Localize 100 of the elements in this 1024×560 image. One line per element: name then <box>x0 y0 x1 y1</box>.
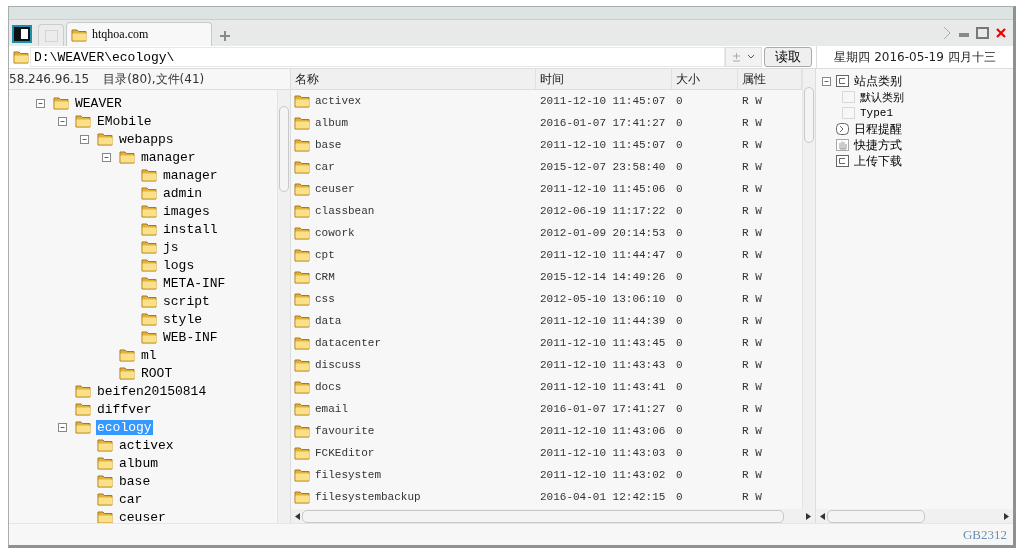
tree-item[interactable]: manager <box>140 149 197 165</box>
tree-item[interactable]: WEAVER <box>74 95 123 111</box>
tree-item[interactable]: beifen20150814 <box>96 383 208 399</box>
scroll-right-icon[interactable] <box>1004 512 1009 520</box>
table-cell-text: 2011-12-10 11:43:03 <box>539 447 667 459</box>
file-name[interactable]: base <box>315 139 342 151</box>
tree-item[interactable]: js <box>162 239 180 255</box>
scroll-left-icon[interactable] <box>295 512 300 520</box>
tree-item[interactable]: 上传下载 <box>854 152 902 170</box>
new-tab-icon[interactable] <box>218 29 232 43</box>
collapse-toggle[interactable] <box>80 134 89 144</box>
tree-item[interactable]: META-INF <box>162 275 227 291</box>
table-cell-text: R W <box>741 271 763 283</box>
scrollbar[interactable] <box>291 509 815 523</box>
folder-icon <box>294 380 311 394</box>
tree-item[interactable]: base <box>118 473 152 489</box>
tree-item[interactable]: album <box>118 455 159 471</box>
folder-icon <box>141 186 158 200</box>
tree-item[interactable]: diffver <box>96 401 153 417</box>
file-name[interactable]: album <box>315 117 348 129</box>
file-name[interactable]: cowork <box>315 227 355 239</box>
file-name[interactable]: data <box>315 315 342 327</box>
tree-item[interactable]: 日程提醒 <box>854 120 902 138</box>
table-cell-text: 2012-01-09 20:14:53 <box>539 227 667 239</box>
tree-item[interactable]: 默认类别 <box>860 89 904 105</box>
file-name[interactable]: filesystem <box>315 469 381 481</box>
sidebar-toggle[interactable] <box>12 25 32 43</box>
table-cell-text: 0 <box>675 139 684 151</box>
plus-minus-icon <box>732 52 741 62</box>
tree-item[interactable]: car <box>118 491 144 507</box>
collapse-toggle[interactable] <box>36 98 45 108</box>
tree-item[interactable]: install <box>162 221 219 237</box>
file-name[interactable]: datacenter <box>315 337 381 349</box>
scrollbar[interactable] <box>816 509 1013 523</box>
table-cell-text: 2011-12-10 11:43:41 <box>539 381 667 393</box>
folder-icon <box>141 204 158 218</box>
collapse-toggle[interactable] <box>822 76 831 86</box>
table-cell-text: 2016-01-07 17:41:27 <box>539 403 667 415</box>
folder-icon <box>119 150 136 164</box>
table-cell-text: 2011-12-10 11:43:02 <box>539 469 667 481</box>
scroll-right-icon[interactable] <box>806 512 811 520</box>
table-cell-text: 0 <box>675 271 684 283</box>
scrollbar[interactable] <box>277 90 290 523</box>
scroll-left-icon[interactable] <box>820 512 825 520</box>
tree-item[interactable]: logs <box>162 257 196 273</box>
file-name[interactable]: filesystembackup <box>315 491 421 503</box>
maximize-icon[interactable] <box>976 27 989 39</box>
folder-icon <box>13 50 30 64</box>
tree-item[interactable]: WEB-INF <box>162 329 219 345</box>
file-name[interactable]: css <box>315 293 335 305</box>
tree-item[interactable]: ROOT <box>140 365 174 381</box>
tree-item[interactable]: style <box>162 311 203 327</box>
folder-icon <box>97 456 114 470</box>
file-name[interactable]: ceuser <box>315 183 355 195</box>
file-name[interactable]: car <box>315 161 335 173</box>
folder-icon <box>75 114 92 128</box>
file-name[interactable]: CRM <box>315 271 335 283</box>
tree-item[interactable]: admin <box>162 185 203 201</box>
close-icon[interactable] <box>995 27 1007 39</box>
column-header[interactable]: 名称 <box>291 69 536 89</box>
table-cell-text: 2011-12-10 11:43:43 <box>539 359 667 371</box>
table-cell-text: 2016-04-01 12:42:15 <box>539 491 667 503</box>
tree-item[interactable]: images <box>162 203 211 219</box>
file-name[interactable]: activex <box>315 95 362 107</box>
tree-item[interactable]: webapps <box>118 131 175 147</box>
table-cell-text: 2015-12-07 23:58:40 <box>539 161 667 173</box>
folder-icon <box>294 358 311 372</box>
scrollbar[interactable] <box>802 69 815 509</box>
column-header[interactable]: 时间 <box>536 69 672 89</box>
tree-item[interactable]: ml <box>140 347 158 363</box>
collapse-toggle[interactable] <box>58 422 67 432</box>
frame-icon <box>836 155 849 167</box>
tree-item[interactable]: 站点类别 <box>854 72 902 90</box>
file-name[interactable]: favourite <box>315 425 375 437</box>
tree-item[interactable]: activex <box>118 437 175 453</box>
tree-item[interactable]: EMobile <box>96 113 153 129</box>
column-header[interactable]: 大小 <box>672 69 738 89</box>
table-cell-text: 2015-12-14 14:49:26 <box>539 271 667 283</box>
table-cell-text: 0 <box>675 205 684 217</box>
tree-item[interactable]: Type1 <box>860 107 893 119</box>
read-button[interactable]: 读取 <box>764 47 812 67</box>
file-name[interactable]: docs <box>315 381 342 393</box>
collapse-toggle[interactable] <box>102 152 111 162</box>
tree-item[interactable]: ceuser <box>118 509 167 523</box>
path-field[interactable]: D:\WEAVER\ecology\ <box>30 47 725 67</box>
folder-icon <box>294 490 311 504</box>
file-name[interactable]: classbean <box>315 205 375 217</box>
tab[interactable]: htqhoa.com <box>66 22 212 46</box>
tree-item[interactable]: 快捷方式 <box>854 136 902 154</box>
table-cell-text: R W <box>741 117 763 129</box>
folder-icon <box>294 468 311 482</box>
file-name[interactable]: discuss <box>315 359 362 371</box>
table-cell-text: 0 <box>675 315 684 327</box>
tree-item[interactable]: script <box>162 293 211 309</box>
file-name[interactable]: email <box>315 403 348 415</box>
file-name[interactable]: cpt <box>315 249 335 261</box>
file-name[interactable]: FCKEditor <box>315 447 375 459</box>
collapse-toggle[interactable] <box>58 116 67 126</box>
table-cell-text: R W <box>741 315 763 327</box>
tree-item[interactable]: manager <box>162 167 219 183</box>
